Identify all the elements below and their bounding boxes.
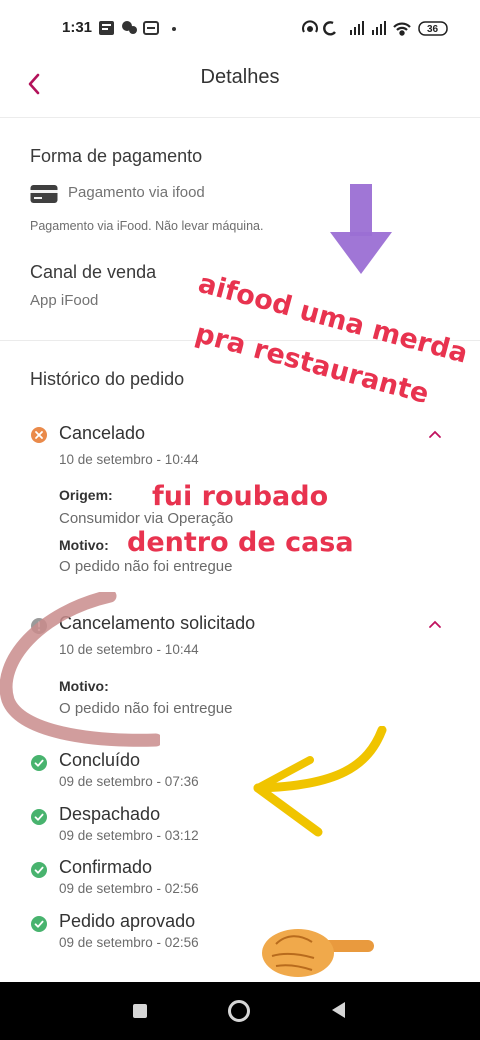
payment-method: Pagamento via ifood xyxy=(68,184,205,201)
check-icon xyxy=(31,916,47,932)
history-event-date: 09 de setembro - 02:56 xyxy=(59,881,199,896)
payment-section-title: Forma de pagamento xyxy=(30,146,203,166)
status-bar: 1:31 36 xyxy=(0,0,480,56)
sales-channel-value: App iFood xyxy=(30,292,99,309)
annotation-text: dentro de casa xyxy=(127,527,354,558)
check-icon xyxy=(31,809,47,825)
reason-label: Motivo: xyxy=(59,537,109,553)
back-button[interactable] xyxy=(332,1002,345,1018)
hotspot-icon xyxy=(302,20,318,33)
status-right-icons: 36 xyxy=(302,20,448,36)
battery-level: 36 xyxy=(427,24,439,35)
messenger-icon xyxy=(122,21,137,34)
origin-value: Consumidor via Operação xyxy=(59,510,234,527)
history-event-date: 09 de setembro - 03:12 xyxy=(59,828,199,843)
home-button[interactable] xyxy=(228,1000,250,1022)
history-event-date: 09 de setembro - 07:36 xyxy=(59,774,199,789)
recents-button[interactable] xyxy=(133,1004,147,1018)
signal-icon xyxy=(350,21,364,35)
history-event-date: 10 de setembro - 10:44 xyxy=(59,452,199,467)
wifi-icon xyxy=(393,22,411,36)
status-left-icons xyxy=(99,21,176,35)
check-icon xyxy=(31,862,47,878)
vpn-icon xyxy=(143,21,159,35)
credit-card-icon xyxy=(30,185,58,203)
page-title: Detalhes xyxy=(200,66,280,88)
payment-note: Pagamento via iFood. Não levar máquina. xyxy=(30,219,264,233)
swoosh-annotation xyxy=(0,592,160,747)
history-event-date: 09 de setembro - 02:56 xyxy=(59,935,199,950)
history-event-title: Confirmado xyxy=(59,857,153,877)
cancel-icon xyxy=(31,427,47,443)
history-event-title: Cancelado xyxy=(59,423,146,443)
sales-channel-title: Canal de venda xyxy=(30,262,157,282)
top-bar: Detalhes xyxy=(0,56,480,118)
dot-icon xyxy=(172,27,176,31)
reason-value: O pedido não foi entregue xyxy=(59,558,233,575)
history-title: Histórico do pedido xyxy=(30,369,185,389)
check-icon xyxy=(31,755,47,771)
sync-icon xyxy=(323,21,336,36)
chevron-up-icon[interactable] xyxy=(426,428,444,440)
chevron-up-icon[interactable] xyxy=(426,618,444,630)
system-nav-bar xyxy=(0,982,480,1040)
origin-label: Origem: xyxy=(59,487,113,503)
pointing-hand-icon xyxy=(262,929,374,977)
arrow-down-annotation xyxy=(330,184,392,274)
arrow-left-annotation xyxy=(253,726,387,837)
battery-icon: 36 xyxy=(418,21,448,36)
history-event-title: Pedido aprovado xyxy=(59,911,196,931)
signal-icon xyxy=(372,21,386,35)
status-time: 1:31 xyxy=(62,19,93,36)
annotation-text: fui roubado xyxy=(152,481,329,512)
history-event-title: Concluído xyxy=(59,750,141,770)
notification-icon xyxy=(99,21,114,35)
history-event-title: Despachado xyxy=(59,804,161,824)
